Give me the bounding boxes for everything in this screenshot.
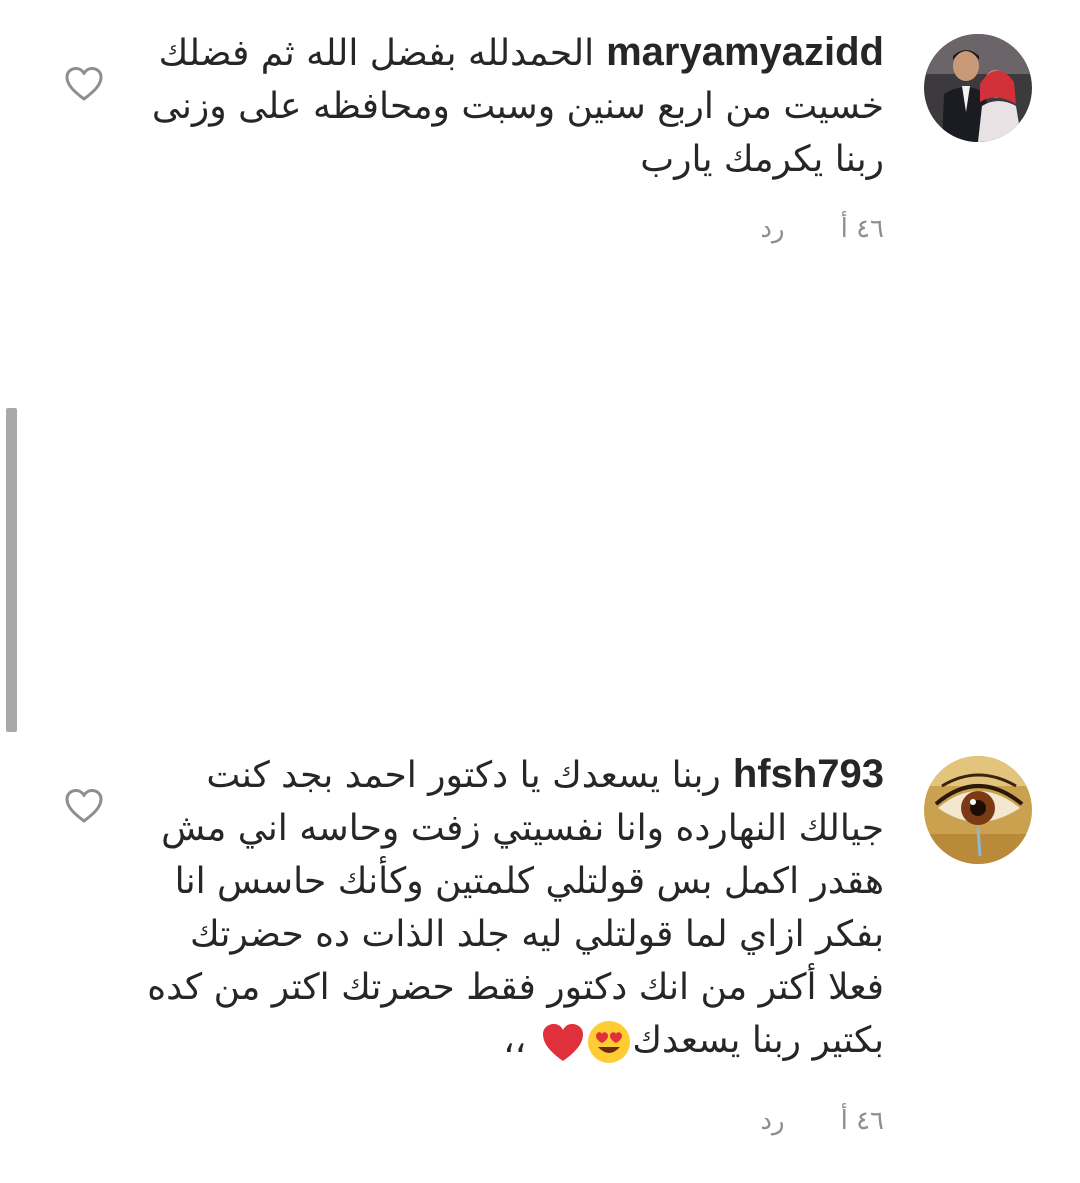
comment-line: هقدر اكمل بس قولتلي كلمتين وكأنك حاسس ان…: [174, 861, 884, 902]
comment-line: ربنا يسعدك يا دكتور احمد بجد كنت: [206, 755, 721, 796]
comment-time: ٤٦ أ: [840, 214, 884, 244]
comment-item: hfsh793ربنا يسعدك يا دكتور احمد بجد كنت …: [0, 730, 1080, 1170]
scrollbar[interactable]: [6, 408, 17, 732]
heart-outline-icon: [65, 789, 103, 823]
reply-button[interactable]: رد: [760, 214, 784, 244]
comment-line: فعلا أكتر من انك دكتور فقط حضرتك اكتر من…: [147, 967, 884, 1008]
comment-line-suffix: ،،: [503, 1020, 527, 1061]
comment-line: بفكر ازاي لما قولتلي ليه جلد الذات ده حض…: [190, 914, 884, 955]
comment-text: hfsh793ربنا يسعدك يا دكتور احمد بجد كنت …: [124, 748, 884, 1067]
red-heart-emoji: [540, 1021, 586, 1063]
comment-meta: ٤٦ أ رد: [760, 214, 884, 244]
comment-meta: ٤٦ أ رد: [760, 1106, 884, 1136]
couple-photo-avatar: [924, 34, 1032, 142]
comment-line: بكتير ربنا يسعدك: [632, 1020, 884, 1061]
reply-button[interactable]: رد: [760, 1106, 784, 1136]
comment-time: ٤٦ أ: [840, 1106, 884, 1136]
like-button[interactable]: [64, 66, 104, 102]
comment-line: خسيت من اربع سنين وسبت ومحافظه على وزنى: [151, 86, 884, 127]
comment-item: maryamyazidd الحمدلله بفضل الله ثم فضلك خ…: [0, 0, 1080, 270]
comment-text: maryamyazidd الحمدلله بفضل الله ثم فضلك خ…: [124, 26, 884, 186]
heart-outline-icon: [65, 67, 103, 101]
like-button[interactable]: [64, 788, 104, 824]
comment-username[interactable]: maryamyazidd: [606, 30, 884, 74]
comment-line: ربنا يكرمك يارب: [640, 139, 884, 180]
user-avatar[interactable]: [924, 34, 1032, 142]
eye-painting-avatar: [924, 756, 1032, 864]
comment-line: جيالك النهارده وانا نفسيتي زفت وحاسه اني…: [161, 808, 884, 849]
comment-line: الحمدلله بفضل الله ثم فضلك: [158, 33, 595, 74]
comment-username[interactable]: hfsh793: [733, 752, 884, 796]
heart-eyes-emoji: [586, 1019, 632, 1065]
user-avatar[interactable]: [924, 756, 1032, 864]
